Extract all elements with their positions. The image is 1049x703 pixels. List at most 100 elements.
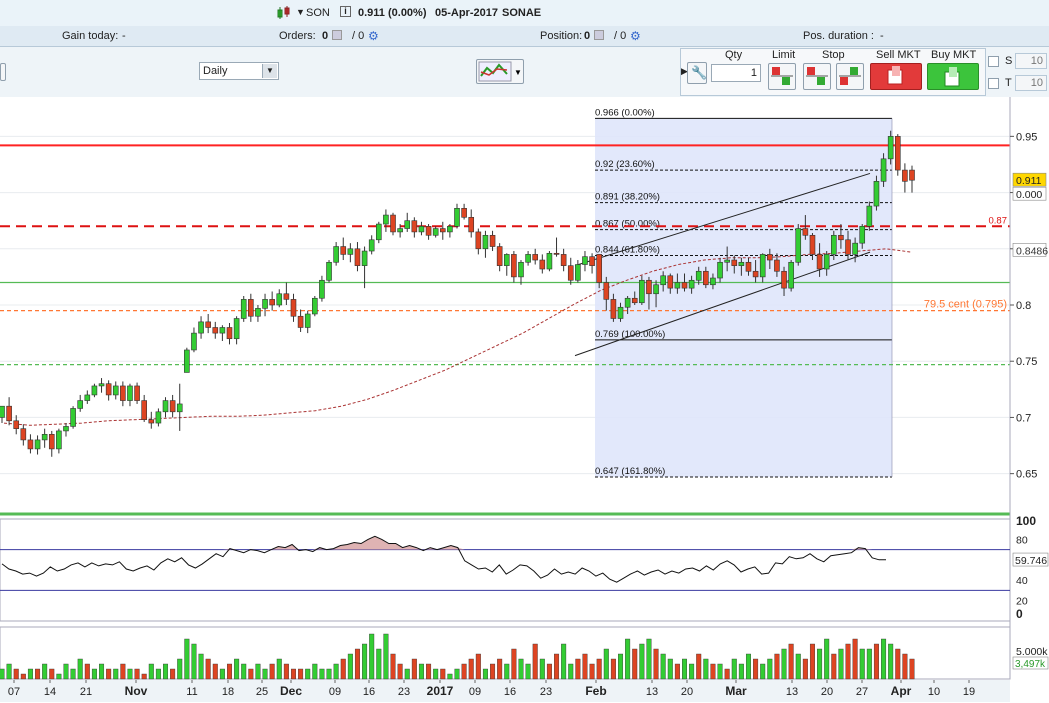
volume-bar (276, 658, 282, 680)
candle-body (518, 261, 524, 278)
indicators-button[interactable]: ▼ (476, 59, 524, 84)
candle-body (454, 208, 460, 227)
candle-body (248, 299, 254, 317)
candle-body (77, 400, 84, 409)
candle-body (105, 383, 112, 396)
candle-body (375, 223, 382, 241)
s-checkbox[interactable] (988, 56, 999, 67)
candle-body (112, 385, 119, 396)
volume-bar (84, 663, 90, 680)
volume-bar (660, 653, 666, 680)
volume-bar (404, 668, 410, 680)
volume-bar (56, 673, 62, 680)
candle-body (13, 420, 20, 429)
volume-bar (838, 648, 844, 680)
stop-buy-button[interactable] (836, 63, 864, 90)
volume-bar (575, 658, 581, 680)
volume-bar (390, 653, 396, 680)
volume-bar (717, 663, 723, 680)
volume-bar (49, 668, 55, 680)
info-icon[interactable]: i (340, 6, 351, 17)
volume-bar (42, 663, 48, 680)
indicators-icon: ▼ (478, 61, 522, 82)
rsi-tick-label: 80 (1016, 534, 1028, 546)
volume-bar (817, 648, 823, 680)
volume-bar (255, 663, 261, 680)
candle-body (788, 261, 794, 289)
volume-bar (205, 658, 211, 680)
limit-order-button[interactable] (768, 63, 796, 90)
position-settings-icon[interactable]: ⚙ (630, 29, 641, 43)
cancel-orders-icon[interactable] (332, 30, 342, 40)
t-label: T (1005, 77, 1012, 89)
volume-bar (731, 658, 737, 680)
candle (70, 406, 76, 429)
volume-bar (141, 673, 147, 680)
candle-body (674, 282, 681, 289)
symbol-label[interactable]: SON (306, 7, 330, 19)
volume-bar (0, 668, 5, 680)
candle-icon (276, 6, 292, 23)
t-checkbox[interactable] (988, 78, 999, 89)
volume-bar (753, 658, 759, 680)
candle-body (781, 270, 787, 289)
candle-body (70, 408, 76, 427)
sell-mkt-button[interactable] (870, 63, 922, 90)
rsi-value-label: 59.746 (1015, 555, 1047, 567)
candle-body (539, 259, 546, 270)
volume-bar (610, 658, 616, 680)
symbol-dropdown-icon[interactable]: ▼ (296, 7, 305, 17)
volume-bar (824, 638, 830, 680)
candle-body (759, 254, 766, 278)
fib-label: 0.844 (61.80%) (595, 245, 660, 256)
volume-bar (447, 673, 453, 680)
t-value-field[interactable]: 10 (1015, 75, 1047, 91)
candle-body (439, 228, 446, 233)
candle-body (155, 411, 162, 424)
orders-label: Orders: (279, 30, 316, 42)
candle-body (304, 313, 311, 328)
date-tick-label: 07 (8, 686, 20, 698)
account-bar: Gain today: - Orders: 0 / 0 ⚙ Position: … (0, 26, 1049, 47)
candle-body (532, 254, 539, 261)
volume-bar (433, 668, 439, 680)
interval-select[interactable]: Daily ▼ (199, 62, 279, 80)
volume-bar (490, 663, 496, 680)
candle (326, 260, 332, 283)
candle-body (262, 299, 268, 309)
candle-body (162, 400, 169, 413)
volume-bar (625, 638, 631, 680)
candle-body (525, 254, 531, 263)
date-tick-label: Mar (725, 684, 747, 698)
candle-body (340, 246, 347, 255)
volume-bar (362, 643, 368, 680)
left-collapse-button[interactable] (0, 63, 6, 81)
candle-body (845, 239, 851, 255)
chart-area[interactable]: 0.966 (0.00%) 0.92 (23.60%) 0.891 (38.20%)… (0, 97, 1049, 703)
limit-order-icon (771, 67, 793, 85)
candle-body (703, 270, 709, 286)
limit-label: Limit (772, 49, 796, 61)
volume-bar (326, 668, 332, 680)
buy-mkt-button[interactable] (927, 63, 979, 90)
stop-sell-button[interactable] (803, 63, 831, 90)
volume-bar (767, 658, 773, 680)
candle-body (468, 217, 475, 233)
volume-bar (70, 668, 76, 680)
volume-bar (6, 663, 12, 680)
rsi-tick-label: 100 (1016, 514, 1036, 528)
price-tag-label: 0.911 (1016, 175, 1042, 187)
volume-bar (241, 663, 247, 680)
level-label: 0.87 (989, 215, 1008, 226)
instrument-name: SONAE (502, 7, 542, 19)
qty-input[interactable]: 1 (711, 64, 761, 82)
close-position-icon[interactable] (594, 30, 604, 40)
candle-body (283, 293, 290, 300)
candle-body (902, 169, 908, 182)
volume-bar (212, 663, 218, 680)
orders-settings-icon[interactable]: ⚙ (368, 29, 379, 43)
volume-bar (20, 673, 26, 680)
rsi-tick-label: 40 (1016, 575, 1028, 587)
s-value-field[interactable]: 10 (1015, 53, 1047, 69)
wrench-button[interactable]: 🔧 (687, 62, 707, 84)
